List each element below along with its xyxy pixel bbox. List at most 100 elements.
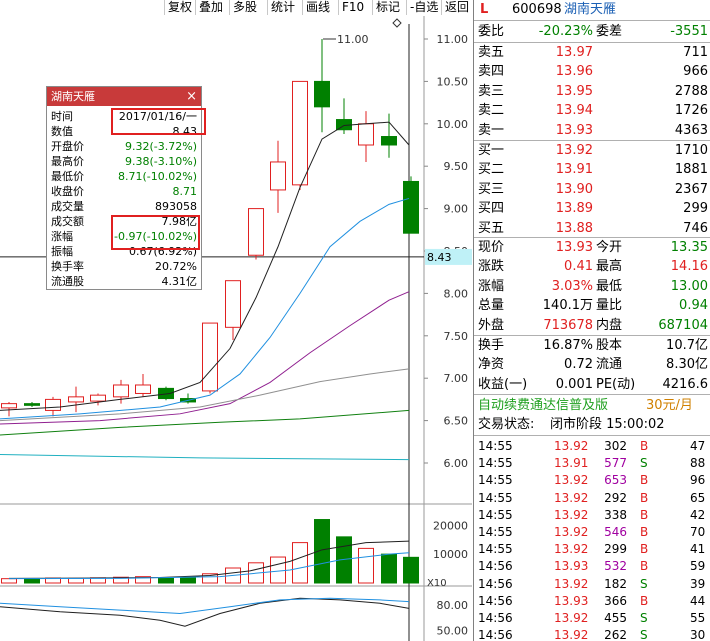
order-volume: 2367 [674,181,708,197]
toolbar-button-3[interactable]: 统计 [267,0,298,15]
tick-row: 14:55 13.92 338 B 42 [474,506,710,524]
tick-volume: 262 [604,628,627,641]
tick-count: 44 [690,593,706,608]
volume-bar [381,553,397,584]
volume-bar [1,578,17,584]
stat-label: 涨跌 [478,259,505,275]
tick-row: 14:55 13.92 546 B 70 [474,523,710,541]
tick-time: 14:55 [478,456,513,471]
candle-body [381,136,397,146]
trade-status-row: 交易状态: 闭市阶段 15:00:02 [474,415,710,434]
tick-volume: 366 [604,593,627,608]
stat-row: 涨幅 3.03% 最低 13.00 [474,277,710,296]
toolbar-button-1[interactable]: 叠加 [195,0,226,15]
tick-count: 59 [690,559,706,574]
popup-row-label: 涨幅 [51,230,73,243]
tick-count: 88 [690,456,706,471]
stat-value: 0.72 [564,357,593,373]
tick-count: 96 [690,473,706,488]
order-price: 13.93 [555,122,593,138]
stat-value: 713678 [543,317,593,333]
stat-label: 量比 [596,298,623,314]
volume-bar [270,556,286,584]
tick-side: S [640,611,648,625]
popup-row-label: 数值 [51,125,73,138]
tick-volume: 577 [604,456,627,471]
toolbar-button-0[interactable]: 复权 [164,0,195,15]
stat-value: 687104 [658,317,708,333]
order-volume: 1710 [674,143,708,158]
toolbar-button-6[interactable]: 标记 [372,0,403,15]
price-tick-label: 6.50 [444,415,469,428]
popup-row-label: 收盘价 [51,185,84,198]
ad-text: 自动续费通达信普及版 [478,398,609,413]
stat-label: 内盘 [596,317,623,333]
weicha-label: 委差 [596,24,623,39]
toolbar-button-4[interactable]: 画线 [302,0,333,15]
price-tick-label: 10.00 [437,118,469,131]
tick-side: B [640,525,649,539]
tick-time: 14:56 [478,628,513,641]
tick-volume: 182 [604,576,627,591]
tick-volume: 532 [604,559,627,574]
toolbar-button-8[interactable]: 返回 [441,0,472,15]
tick-price: 13.92 [554,439,589,453]
toolbar-button-2[interactable]: 多股 [229,0,260,15]
stat-row: 收益(一) 0.001 PE(动) 4216.6 [474,375,710,394]
tick-side: S [640,576,648,591]
toolbar-button-5[interactable]: F10 [338,0,367,15]
order-label: 卖三 [478,83,505,99]
tick-price: 13.92 [554,628,589,641]
stat-label: 今开 [596,240,623,255]
tick-side: S [640,628,648,641]
sell-order-row: 卖五 13.97 711 [474,43,710,62]
candle-body [292,80,308,186]
popup-row: 成交量 893058 [47,199,201,214]
ad-banner[interactable]: 自动续费通达信普及版 30元/月 [474,396,710,415]
order-volume: 2788 [674,83,708,99]
tick-side: B [640,490,649,505]
order-price: 13.94 [555,103,593,119]
toolbar-button-7[interactable]: -自选 [406,0,441,15]
stat-value: 13.35 [670,240,708,255]
popup-row: 开盘价 9.32(-3.72%) [47,139,201,154]
data-window-popup[interactable]: 湖南天雁 × 时间 2017/01/16/一 数值 8.43 开盘价 9.32(-3.72… [46,86,206,290]
order-price: 13.90 [555,181,593,197]
order-label: 卖一 [478,122,505,138]
tick-row: 14:56 13.92 262 S 30 [474,626,710,641]
stat-label: 涨幅 [478,278,505,294]
tick-time: 14:56 [478,611,513,625]
quote-panel: L 600698 湖南天雁 委比 -20.23% 委差 -3551 卖五 13.9… [473,0,710,641]
popup-row-label: 时间 [51,110,73,123]
buy-order-row: 买三 13.90 2367 [474,180,710,199]
candle-body [225,280,241,328]
price-tick-label: 10.50 [437,75,469,88]
weicha-value: -3551 [670,24,708,39]
order-volume: 711 [683,45,708,60]
candle-body [68,396,84,403]
tick-price: 13.92 [554,507,589,522]
tick-side: B [640,593,649,608]
volume-bar [158,577,174,584]
highlight-box-time [111,108,206,135]
price-tick-label: 6.00 [444,457,469,470]
tick-side: B [640,473,649,488]
price-tick-label: 9.50 [444,160,469,173]
stat-row: 外盘 713678 内盘 687104 [474,316,710,335]
stat-label: 最低 [596,278,623,294]
highlight-box-change [111,215,200,250]
popup-row: 换手率 20.72% [47,259,201,274]
popup-row: 收盘价 8.71 [47,184,201,199]
stat-label: 净资 [478,357,505,373]
volume-bar [68,577,84,584]
tick-price: 13.91 [554,456,589,471]
tick-side: B [640,559,649,574]
popup-row-value: 9.32(-3.72%) [125,140,197,153]
tick-volume: 546 [604,525,627,539]
tick-volume: 338 [604,507,627,522]
tick-price: 13.92 [554,525,589,539]
candle-body [24,403,40,406]
close-icon[interactable]: × [186,87,197,106]
stat-row: 换手 16.87% 股本 10.7亿 [474,336,710,355]
buy-order-row: 买四 13.89 299 [474,199,710,218]
